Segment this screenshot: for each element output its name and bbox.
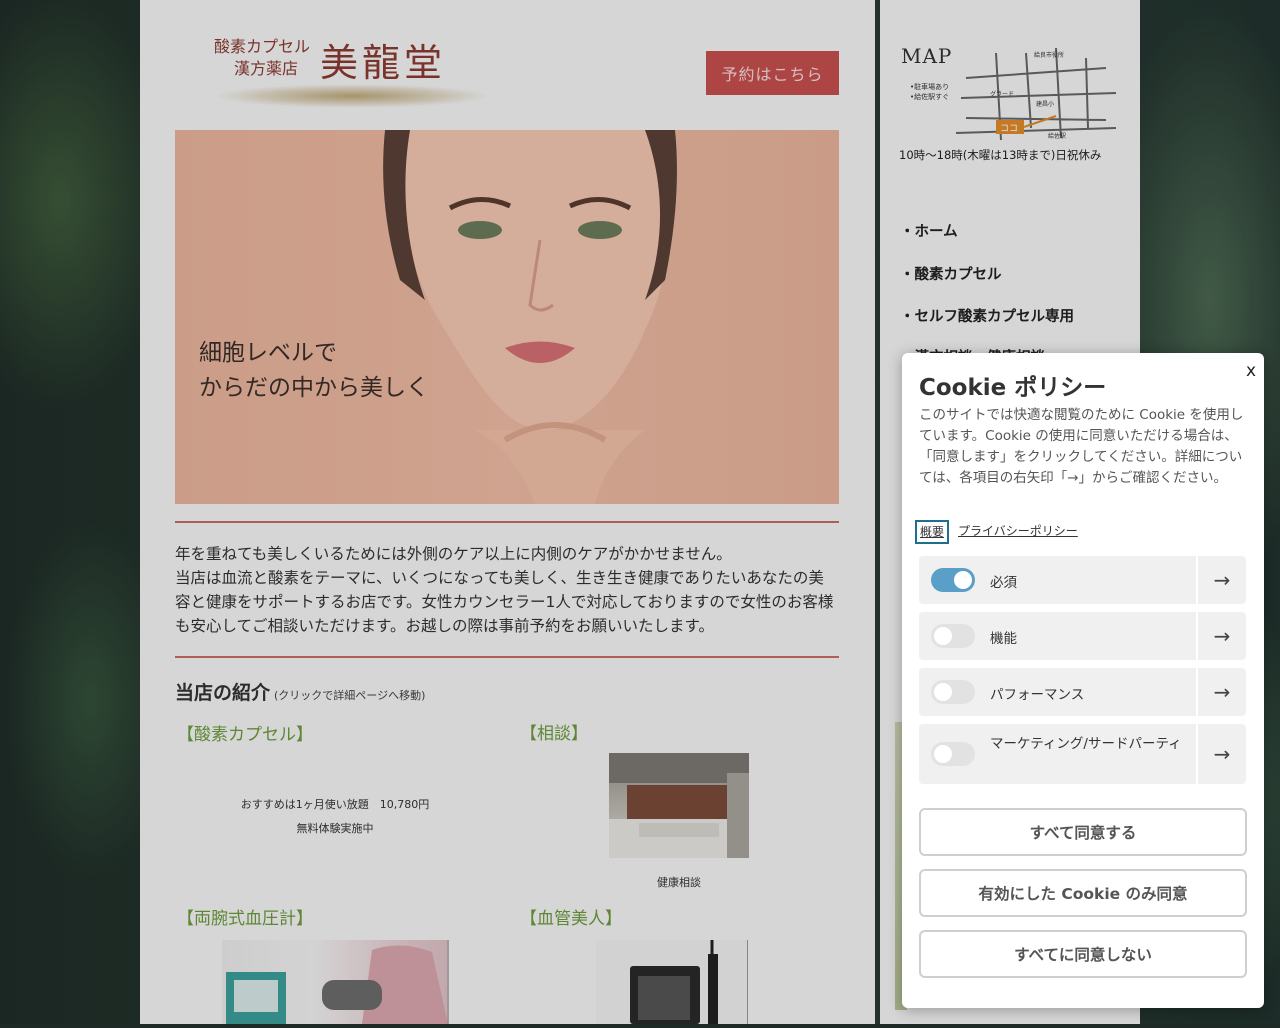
cookie-category-performance: パフォーマンス → <box>919 668 1246 716</box>
cookie-close-button[interactable]: x <box>1240 360 1262 382</box>
required-toggle[interactable] <box>931 568 975 592</box>
privacy-policy-link[interactable]: プライバシーポリシー <box>958 522 1078 539</box>
reject-all-button[interactable]: すべてに同意しない <box>919 930 1247 978</box>
toggle-knob <box>934 627 952 645</box>
cookie-category-required: 必須 → <box>919 556 1246 604</box>
cookie-description: このサイトでは快適な閲覧のために Cookie を使用しています。Cookie … <box>919 407 1244 486</box>
arrow-right-icon[interactable]: → <box>1198 556 1246 604</box>
cookie-title: Cookie ポリシー <box>919 375 1107 401</box>
category-label: 機能 <box>990 631 1017 647</box>
toggle-knob <box>934 745 952 763</box>
category-label: マーケティング/サードパーティ <box>990 736 1182 752</box>
performance-toggle[interactable] <box>931 680 975 704</box>
marketing-toggle[interactable] <box>931 742 975 766</box>
accept-enabled-button[interactable]: 有効にした Cookie のみ同意 <box>919 869 1247 917</box>
cookie-category-functional: 機能 → <box>919 612 1246 660</box>
toggle-knob <box>934 683 952 701</box>
toggle-knob <box>954 571 972 589</box>
overview-link[interactable]: 概要 <box>915 520 949 544</box>
accept-all-button[interactable]: すべて同意する <box>919 808 1247 856</box>
cookie-category-marketing: マーケティング/サードパーティ → <box>919 724 1246 784</box>
category-label: 必須 <box>990 575 1017 591</box>
functional-toggle[interactable] <box>931 624 975 648</box>
arrow-right-icon[interactable]: → <box>1198 668 1246 716</box>
category-label: パフォーマンス <box>990 687 1085 703</box>
arrow-right-icon[interactable]: → <box>1198 612 1246 660</box>
arrow-right-icon[interactable]: → <box>1198 724 1246 784</box>
